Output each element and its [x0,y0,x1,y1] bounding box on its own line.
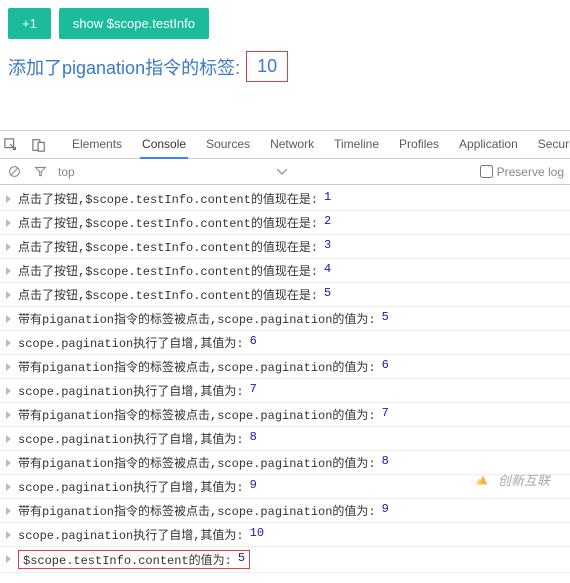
log-line: scope.pagination执行了自增,其值为: 6 [0,331,570,355]
log-value: 5 [238,551,245,568]
context-selector[interactable]: top [58,165,75,179]
pagination-value: 10 [246,51,288,82]
log-value: 9 [250,478,257,495]
log-value: 5 [324,286,331,303]
log-line: 点击了按钮,$scope.testInfo.content的值现在是: 1 [0,187,570,211]
log-text: scope.pagination执行了自增,其值为: [18,334,244,351]
clear-icon[interactable] [6,164,22,180]
preserve-checkbox[interactable] [480,165,493,178]
pagination-label-row[interactable]: 添加了piganation指令的标签: 10 [8,51,562,82]
log-text: scope.pagination执行了自增,其值为: [18,526,244,543]
button-row: +1 show $scope.testInfo [8,8,562,39]
log-line: 带有piganation指令的标签被点击,scope.pagination的值为… [0,307,570,331]
preserve-log[interactable]: Preserve log [480,165,564,179]
inspect-icon[interactable] [4,137,18,153]
log-text: 点击了按钮,$scope.testInfo.content的值现在是: [18,214,318,231]
pagination-label: 添加了piganation指令的标签: [8,54,240,80]
show-scope-button[interactable]: show $scope.testInfo [59,8,209,39]
plus-one-button[interactable]: +1 [8,8,51,39]
devtools-tabs: Elements Console Sources Network Timelin… [70,131,570,159]
tab-console[interactable]: Console [140,131,188,159]
log-text: 带有piganation指令的标签被点击,scope.pagination的值为… [18,502,376,519]
filter-icon[interactable] [32,164,48,180]
log-value: 6 [250,334,257,351]
log-line: 带有piganation指令的标签被点击,scope.pagination的值为… [0,355,570,379]
context-label: top [58,165,75,179]
log-value: 4 [324,262,331,279]
watermark: 创新互联 [474,470,550,489]
log-value: 9 [382,502,389,519]
log-text: 带有piganation指令的标签被点击,scope.pagination的值为… [18,310,376,327]
log-text: scope.pagination执行了自增,其值为: [18,478,244,495]
tab-security[interactable]: Security [536,131,570,159]
log-text: 点击了按钮,$scope.testInfo.content的值现在是: [18,286,318,303]
log-value: 8 [382,454,389,471]
tab-application[interactable]: Application [457,131,520,159]
watermark-text: 创新互联 [498,470,550,489]
log-line: scope.pagination执行了自增,其值为: 10 [0,523,570,547]
log-line: 点击了按钮,$scope.testInfo.content的值现在是: 2 [0,211,570,235]
log-value: 6 [382,358,389,375]
chevron-down-icon[interactable] [274,164,290,180]
log-text: 带有piganation指令的标签被点击,scope.pagination的值为… [18,454,376,471]
log-line: scope.pagination执行了自增,其值为: 8 [0,427,570,451]
log-value: 7 [382,406,389,423]
log-line: 带有piganation指令的标签被点击,scope.pagination的值为… [0,499,570,523]
devtools-header: Elements Console Sources Network Timelin… [0,131,570,159]
page-content: +1 show $scope.testInfo 添加了piganation指令的… [0,0,570,90]
tab-sources[interactable]: Sources [204,131,252,159]
tab-profiles[interactable]: Profiles [397,131,441,159]
log-line: 带有piganation指令的标签被点击,scope.pagination的值为… [0,403,570,427]
log-text: scope.pagination执行了自增,其值为: [18,430,244,447]
log-text: 点击了按钮,$scope.testInfo.content的值现在是: [18,238,318,255]
log-line: $scope.testInfo.content的值为: 5 [0,547,570,573]
log-text: 带有piganation指令的标签被点击,scope.pagination的值为… [18,406,376,423]
log-line: 点击了按钮,$scope.testInfo.content的值现在是: 4 [0,259,570,283]
devtools-panel: Elements Console Sources Network Timelin… [0,130,570,583]
log-line: scope.pagination执行了自增,其值为: 7 [0,379,570,403]
log-text: 带有piganation指令的标签被点击,scope.pagination的值为… [18,358,376,375]
tab-elements[interactable]: Elements [70,131,124,159]
console-filter-bar: top Preserve log [0,159,570,185]
log-value: 2 [324,214,331,231]
tab-timeline[interactable]: Timeline [332,131,381,159]
log-value: 3 [324,238,331,255]
log-value: 1 [324,190,331,207]
log-value: 8 [250,430,257,447]
tab-network[interactable]: Network [268,131,316,159]
log-text: $scope.testInfo.content的值为: [23,551,232,568]
device-icon[interactable] [32,137,46,153]
watermark-logo-icon [474,471,492,489]
log-text: scope.pagination执行了自增,其值为: [18,382,244,399]
preserve-label: Preserve log [497,165,564,179]
highlighted-log: $scope.testInfo.content的值为: 5 [18,550,250,569]
log-value: 7 [250,382,257,399]
log-text: 点击了按钮,$scope.testInfo.content的值现在是: [18,190,318,207]
log-value: 5 [382,310,389,327]
log-text: 点击了按钮,$scope.testInfo.content的值现在是: [18,262,318,279]
log-value: 10 [250,526,264,543]
log-line: 点击了按钮,$scope.testInfo.content的值现在是: 5 [0,283,570,307]
log-line: 点击了按钮,$scope.testInfo.content的值现在是: 3 [0,235,570,259]
console-output: 点击了按钮,$scope.testInfo.content的值现在是: 1点击了… [0,185,570,583]
